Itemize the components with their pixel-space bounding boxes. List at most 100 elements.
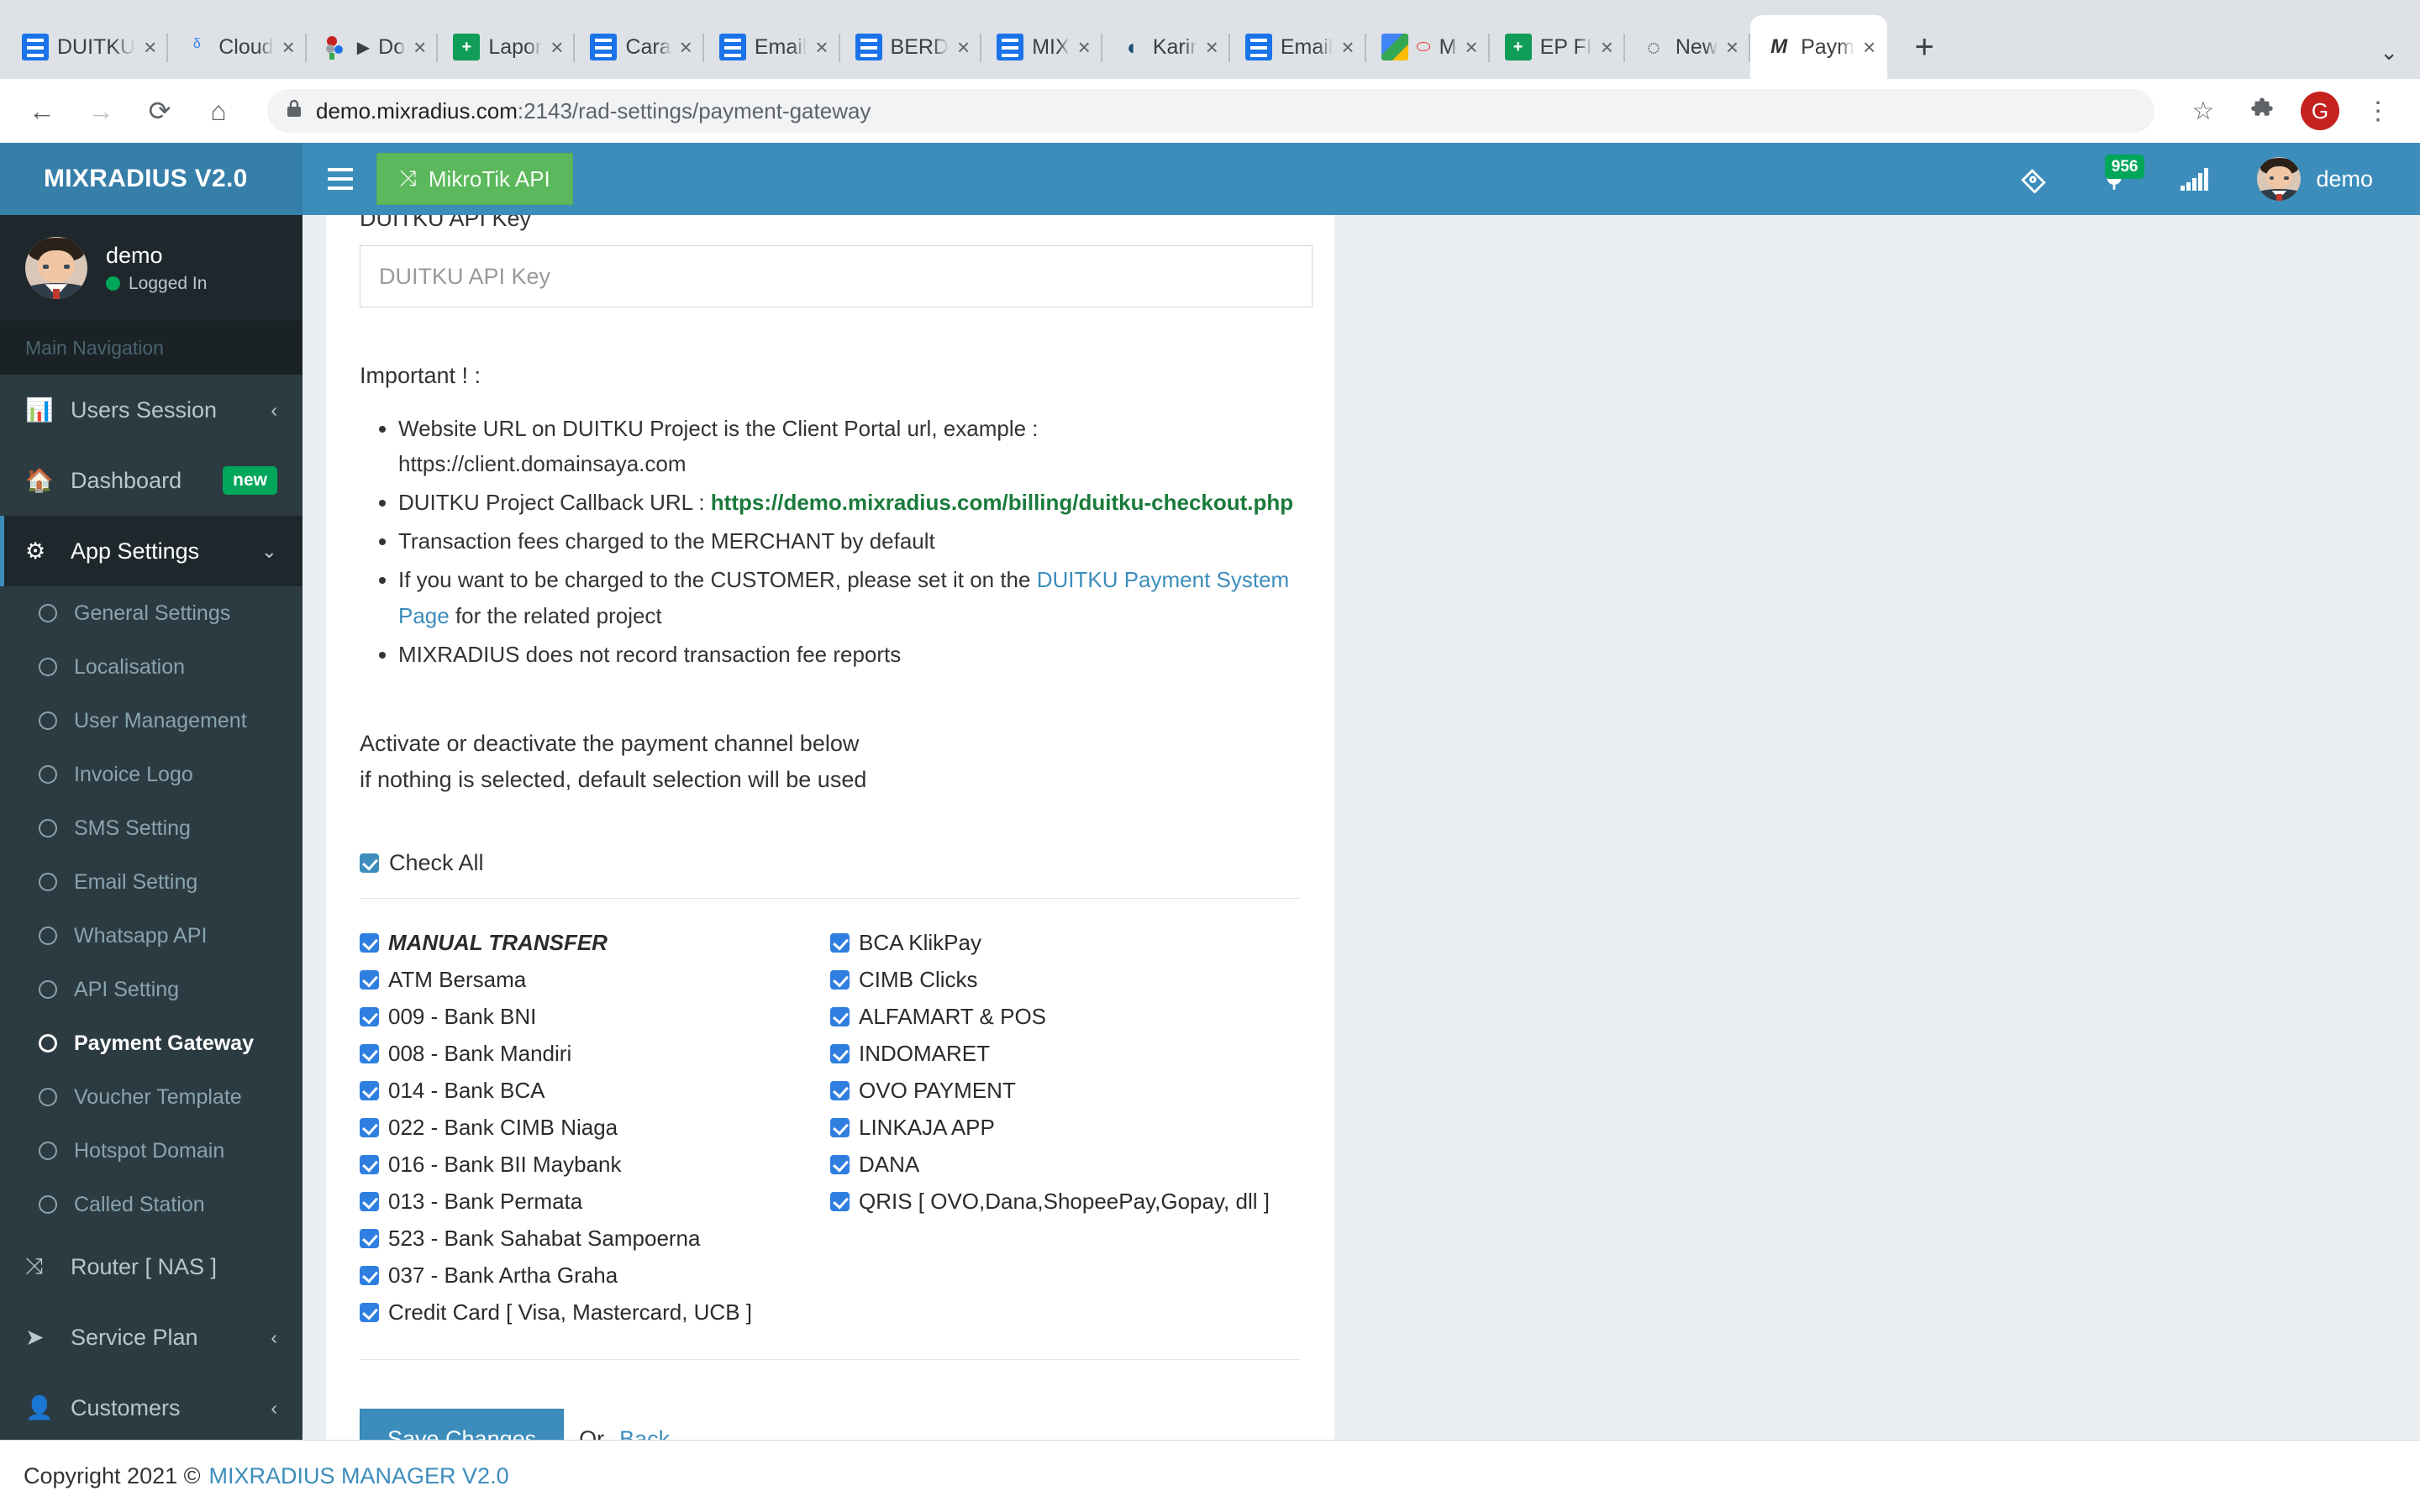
sidebar-subitem-invoice-logo[interactable]: Invoice Logo (0, 748, 302, 801)
payment-channel-checkbox[interactable] (830, 932, 850, 953)
payment-channel-checkbox[interactable] (360, 1006, 379, 1026)
payment-channel-row[interactable]: LINKAJA APP (830, 1109, 1301, 1146)
payment-channel-row[interactable]: DANA (830, 1146, 1301, 1183)
check-all-checkbox[interactable] (360, 853, 379, 874)
payment-channel-checkbox[interactable] (360, 1080, 379, 1100)
sidebar-subitem-sms-setting[interactable]: SMS Setting (0, 801, 302, 855)
close-icon[interactable]: × (680, 36, 692, 58)
header-user-menu[interactable]: demo (2235, 157, 2386, 201)
sidebar-subitem-hotspot-domain[interactable]: Hotspot Domain (0, 1124, 302, 1178)
sidebar-subitem-called-station[interactable]: Called Station (0, 1178, 302, 1231)
sidebar-subitem-user-management[interactable]: User Management (0, 694, 302, 748)
browser-tab[interactable]: ▶ Do × (307, 15, 439, 79)
sidebar-subitem-voucher-template[interactable]: Voucher Template (0, 1070, 302, 1124)
payment-channel-row[interactable]: 037 - Bank Artha Graha (360, 1257, 830, 1294)
payment-channel-row[interactable]: 022 - Bank CIMB Niaga (360, 1109, 830, 1146)
payment-channel-checkbox[interactable] (360, 1117, 379, 1137)
browser-tab[interactable]: BERD × (840, 15, 982, 79)
browser-tab[interactable]: Email × (704, 15, 840, 79)
ticket-tag-icon[interactable] (1993, 143, 2074, 215)
payment-channel-checkbox[interactable] (830, 1191, 850, 1211)
payment-channel-row[interactable]: 013 - Bank Permata (360, 1183, 830, 1220)
close-icon[interactable]: × (1078, 36, 1091, 58)
profile-avatar[interactable]: G (2301, 92, 2339, 130)
sidebar-subitem-whatsapp-api[interactable]: Whatsapp API (0, 909, 302, 963)
payment-channel-row[interactable]: 016 - Bank BII Maybank (360, 1146, 830, 1183)
bookmark-star-icon[interactable]: ☆ (2183, 91, 2223, 131)
signal-strength-icon[interactable] (2154, 143, 2235, 215)
payment-channel-row[interactable]: CIMB Clicks (830, 961, 1301, 998)
browser-tab[interactable]: ◌ New × (1625, 15, 1751, 79)
payment-channel-checkbox[interactable] (830, 1006, 850, 1026)
close-icon[interactable]: × (282, 36, 295, 58)
browser-tab[interactable]: ᵟ Cloud × (168, 15, 307, 79)
payment-channel-row[interactable]: 008 - Bank Mandiri (360, 1035, 830, 1072)
browser-tab[interactable]: Cara × (575, 15, 705, 79)
payment-channel-row[interactable]: 009 - Bank BNI (360, 998, 830, 1035)
close-icon[interactable]: × (957, 36, 970, 58)
payment-channel-row[interactable]: BCA KlikPay (830, 924, 1301, 961)
browser-tab[interactable]: ⬭ M × (1366, 15, 1490, 79)
close-icon[interactable]: × (550, 36, 563, 58)
payment-channel-checkbox[interactable] (360, 932, 379, 953)
footer-brand-link[interactable]: MIXRADIUS MANAGER V2.0 (209, 1463, 509, 1489)
close-icon[interactable]: × (1465, 36, 1477, 58)
plug-connection-icon[interactable]: 956 (2074, 143, 2154, 215)
sidebar-item-dashboard[interactable]: 🏠 Dashboard new (0, 445, 302, 516)
sidebar-subitem-payment-gateway[interactable]: Payment Gateway (0, 1016, 302, 1070)
browser-tab[interactable]: ◖ Karir × (1102, 15, 1230, 79)
sidebar-subitem-api-setting[interactable]: API Setting (0, 963, 302, 1016)
payment-channel-checkbox[interactable] (830, 1154, 850, 1174)
browser-tab[interactable]: + Lapor × (438, 15, 576, 79)
close-icon[interactable]: × (1726, 36, 1739, 58)
browser-tab[interactable]: DUITKU × (7, 15, 169, 79)
payment-channel-row[interactable]: QRIS [ OVO,Dana,ShopeePay,Gopay, dll ] (830, 1183, 1301, 1220)
check-all-row[interactable]: Check All (360, 850, 1301, 900)
payment-channel-checkbox[interactable] (360, 1265, 379, 1285)
payment-channel-row[interactable]: Credit Card [ Visa, Mastercard, UCB ] (360, 1294, 830, 1331)
extensions-puzzle-icon[interactable] (2242, 91, 2282, 131)
browser-tab[interactable]: MIX × (981, 15, 1102, 79)
sidebar-toggle-hamburger-icon[interactable] (314, 143, 366, 215)
sidebar-item-service-plan[interactable]: ➤ Service Plan ‹ (0, 1302, 302, 1373)
sidebar-subitem-localisation[interactable]: Localisation (0, 640, 302, 694)
close-icon[interactable]: × (815, 36, 828, 58)
payment-channel-checkbox[interactable] (830, 1043, 850, 1063)
sidebar-user-panel[interactable]: demo Logged In (0, 215, 302, 321)
payment-channel-checkbox[interactable] (360, 1154, 379, 1174)
sidebar-item-app-settings[interactable]: ⚙ App Settings ⌄ (0, 516, 302, 586)
sidebar-subitem-email-setting[interactable]: Email Setting (0, 855, 302, 909)
new-tab-button[interactable]: + (1901, 24, 1948, 71)
payment-channel-checkbox[interactable] (830, 969, 850, 990)
payment-channel-row[interactable]: INDOMARET (830, 1035, 1301, 1072)
note-link[interactable]: https://demo.mixradius.com/billing/duitk… (711, 490, 1293, 515)
sidebar-subitem-general-settings[interactable]: General Settings (0, 586, 302, 640)
back-arrow-icon[interactable]: ← (22, 91, 62, 131)
payment-channel-row[interactable]: MANUAL TRANSFER (360, 924, 830, 961)
payment-channel-checkbox[interactable] (830, 1080, 850, 1100)
payment-channel-checkbox[interactable] (360, 1043, 379, 1063)
mikrotik-api-button[interactable]: ⤨ MikroTik API (376, 153, 573, 205)
payment-channel-row[interactable]: ALFAMART & POS (830, 998, 1301, 1035)
close-icon[interactable]: × (144, 36, 156, 58)
payment-channel-checkbox[interactable] (360, 1302, 379, 1322)
home-icon[interactable]: ⌂ (198, 91, 239, 131)
close-icon[interactable]: × (1863, 36, 1876, 58)
close-icon[interactable]: × (413, 36, 426, 58)
payment-channel-checkbox[interactable] (360, 1228, 379, 1248)
payment-channel-checkbox[interactable] (830, 1117, 850, 1137)
sidebar-item-customers[interactable]: 👤 Customers ‹ (0, 1373, 302, 1443)
forward-arrow-icon[interactable]: → (81, 91, 121, 131)
browser-menu-icon[interactable]: ⋮ (2358, 91, 2398, 131)
browser-tab[interactable]: Email × (1230, 15, 1366, 79)
close-icon[interactable]: × (1341, 36, 1354, 58)
payment-channel-row[interactable]: 014 - Bank BCA (360, 1072, 830, 1109)
content-scroll-pane[interactable]: DUITKU API Key Important ! : Website URL… (302, 215, 2420, 1512)
payment-channel-checkbox[interactable] (360, 969, 379, 990)
payment-channel-row[interactable]: ATM Bersama (360, 961, 830, 998)
payment-channel-checkbox[interactable] (360, 1191, 379, 1211)
sidebar-item-router-nas[interactable]: ⤨ Router [ NAS ] (0, 1231, 302, 1302)
browser-tab[interactable]: + EP FI × (1490, 15, 1626, 79)
duitku-api-key-input[interactable] (360, 245, 1313, 307)
close-icon[interactable]: × (1601, 36, 1613, 58)
